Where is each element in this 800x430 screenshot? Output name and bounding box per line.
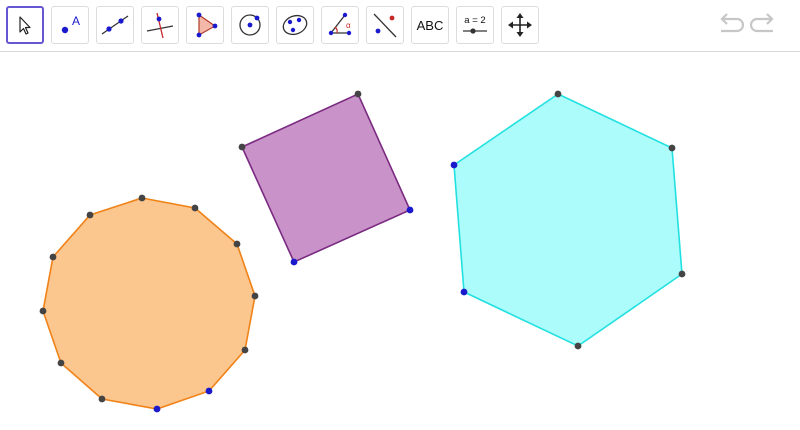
reflect-about-line-icon (370, 11, 400, 39)
move-arrow-icon (14, 14, 36, 36)
graphics-view[interactable] (0, 52, 800, 430)
vertex-point[interactable] (39, 307, 47, 315)
free-vertex-point[interactable] (290, 258, 298, 266)
line-tool-button[interactable] (96, 6, 134, 44)
line-icon (100, 12, 130, 38)
vertex-point[interactable] (98, 395, 106, 403)
move-tool-button[interactable] (6, 6, 44, 44)
angle-tool-button[interactable]: α (321, 6, 359, 44)
vertex-point[interactable] (241, 346, 249, 354)
slider-tool-button[interactable]: a = 2 (456, 6, 494, 44)
point-icon: A (56, 12, 84, 38)
free-vertex-point[interactable] (406, 206, 414, 214)
vertex-point[interactable] (354, 90, 362, 98)
angle-label: α (346, 21, 351, 30)
angle-icon: α (325, 11, 355, 39)
vertex-point[interactable] (191, 204, 199, 212)
redo-button[interactable] (749, 10, 780, 40)
vertex-point[interactable] (233, 240, 241, 248)
text-icon: ABC (416, 17, 444, 33)
free-vertex-point[interactable] (460, 288, 468, 296)
redo-icon (749, 13, 780, 44)
vertex-point[interactable] (554, 90, 562, 98)
toolbar: A α ABC a = 2 (0, 0, 800, 52)
vertex-point[interactable] (251, 292, 259, 300)
conic-through-points-icon (280, 11, 310, 39)
perpendicular-tool-button[interactable] (141, 6, 179, 44)
move-graphics-view-icon (507, 12, 533, 38)
vertex-point[interactable] (86, 211, 94, 219)
reflect-tool-button[interactable] (366, 6, 404, 44)
vertex-point[interactable] (668, 144, 676, 152)
vertex-point[interactable] (138, 194, 146, 202)
free-vertex-point[interactable] (153, 405, 161, 413)
vertex-point[interactable] (49, 253, 57, 261)
move-view-tool-button[interactable] (501, 6, 539, 44)
conic-tool-button[interactable] (276, 6, 314, 44)
vertex-point[interactable] (238, 143, 246, 151)
vertex-point[interactable] (57, 359, 65, 367)
free-vertex-point[interactable] (450, 161, 458, 169)
undo-button[interactable] (714, 10, 745, 40)
free-vertex-point[interactable] (205, 387, 213, 395)
vertex-point[interactable] (678, 270, 686, 278)
hexagon[interactable] (453, 93, 683, 347)
square[interactable] (240, 92, 412, 264)
dodecagon[interactable] (42, 197, 256, 410)
slider-icon: a = 2 (459, 11, 491, 39)
polygon-icon (191, 11, 219, 39)
perpendicular-line-icon (145, 11, 175, 39)
point-tool-button[interactable]: A (51, 6, 89, 44)
point-label: A (72, 14, 80, 28)
undo-icon (714, 13, 745, 44)
slider-label: a = 2 (464, 15, 485, 26)
text-tool-button[interactable]: ABC (411, 6, 449, 44)
circle-center-point-icon (236, 11, 264, 39)
vertex-point[interactable] (574, 342, 582, 350)
polygon-tool-button[interactable] (186, 6, 224, 44)
circle-tool-button[interactable] (231, 6, 269, 44)
